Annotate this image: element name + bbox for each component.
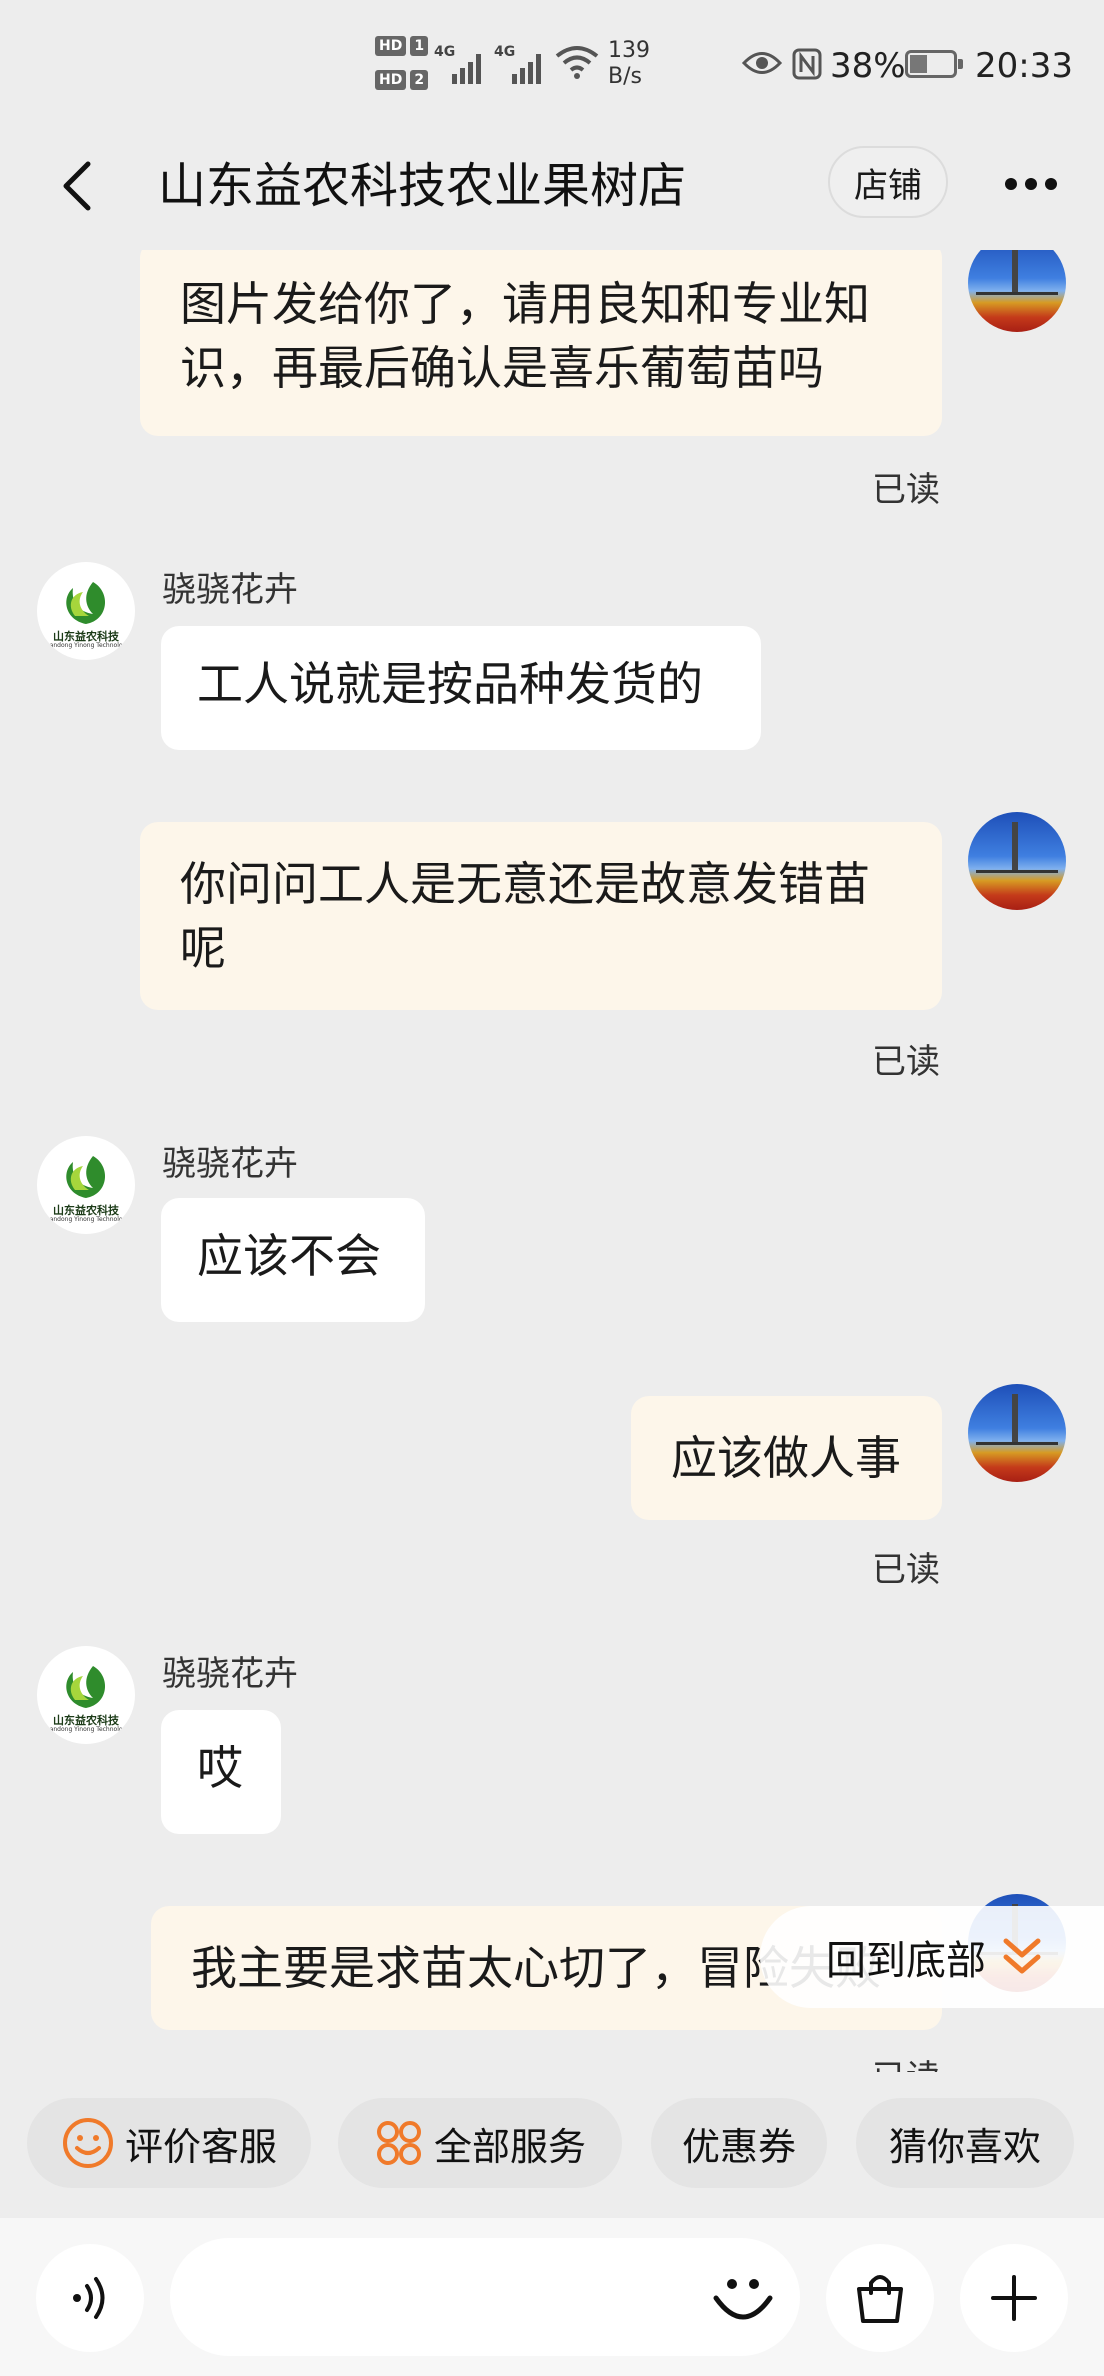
sim-hd-indicators: HD 1 HD 2 (375, 36, 429, 104)
scroll-to-bottom-label: 回到底部 (826, 1938, 986, 1984)
shop-avatar[interactable]: 山东益农科技 Shandong Yinong Technology (37, 1136, 135, 1234)
shop-button[interactable]: 店铺 (828, 146, 948, 218)
wifi-icon (555, 46, 599, 79)
read-status: 已读 (872, 2050, 940, 2072)
status-bar: HD 1 HD 2 4G 4G 139 B/s 38% 20:33 (0, 0, 1104, 130)
shopping-bag-button[interactable] (826, 2244, 934, 2352)
sender-name: 骁骁花卉 (162, 1654, 298, 1694)
read-status: 已读 (872, 1042, 940, 1082)
page-title: 山东益农科技农业果树店 (158, 158, 687, 214)
chip-label: 猜你喜欢 (888, 2124, 1041, 2169)
logo-subtext: Shandong Yinong Technology (42, 642, 130, 649)
chat-area[interactable]: 图片发给你了，请用良知和专业知识，再最后确认是喜乐葡萄苗吗 已读 山东益农科技 … (0, 250, 1104, 2072)
outgoing-message-bubble[interactable]: 你问问工人是无意还是故意发错苗呢 (140, 822, 942, 1010)
network-speed: 139 B/s (608, 38, 650, 90)
leaf-logo-icon (66, 1156, 106, 1198)
my-avatar[interactable] (968, 812, 1066, 910)
nav-bar: 山东益农科技农业果树店 店铺 (0, 130, 1104, 250)
smiley-icon (62, 2118, 113, 2168)
outgoing-message-bubble[interactable]: 应该做人事 (631, 1396, 942, 1520)
signal-icon: 4G (434, 44, 490, 84)
scroll-to-bottom-button[interactable]: 回到底部 (760, 1906, 1104, 2008)
my-avatar[interactable] (968, 250, 1066, 332)
voice-button[interactable] (36, 2244, 144, 2352)
sender-name: 骁骁花卉 (162, 570, 298, 610)
battery-fill (910, 55, 927, 73)
double-chevron-down-icon (1003, 1938, 1041, 1974)
quick-actions-bar: 评价客服 全部服务 优惠券 猜你喜欢 (0, 2098, 1104, 2190)
rate-service-chip[interactable]: 评价客服 (27, 2098, 311, 2188)
read-status: 已读 (872, 1550, 940, 1590)
incoming-message-bubble[interactable]: 工人说就是按品种发货的 (161, 626, 761, 750)
voice-icon (73, 2277, 105, 2319)
speed-value: 139 (608, 38, 650, 63)
logo-subtext: Shandong Yinong Technology (42, 1726, 130, 1733)
incoming-message-bubble[interactable]: 应该不会 (161, 1198, 425, 1322)
sim-number: 1 (410, 36, 429, 56)
hd-badge: HD (375, 70, 407, 90)
sender-name: 骁骁花卉 (162, 1144, 298, 1184)
grid-icon (376, 2121, 421, 2165)
recommendations-chip[interactable]: 猜你喜欢 (856, 2098, 1074, 2188)
message-input[interactable] (170, 2238, 800, 2356)
emoji-icon[interactable] (708, 2262, 778, 2332)
all-services-chip[interactable]: 全部服务 (338, 2098, 622, 2188)
chip-label: 全部服务 (433, 2124, 586, 2169)
back-arrow-icon[interactable] (52, 156, 112, 216)
battery-percent: 38% (830, 46, 906, 86)
logo-subtext: Shandong Yinong Technology (42, 1216, 130, 1223)
input-bar (0, 2218, 1104, 2376)
speed-unit: B/s (608, 64, 642, 89)
add-button[interactable] (960, 2244, 1068, 2352)
coupons-chip[interactable]: 优惠券 (651, 2098, 827, 2188)
my-avatar[interactable] (968, 1384, 1066, 1482)
chip-label: 评价客服 (124, 2124, 277, 2169)
signal-icon: 4G (494, 44, 550, 84)
leaf-logo-icon (66, 1666, 106, 1708)
sim-number: 2 (410, 70, 429, 90)
incoming-message-bubble[interactable]: 哎 (161, 1710, 281, 1834)
chip-label: 优惠券 (681, 2124, 796, 2169)
shop-avatar[interactable]: 山东益农科技 Shandong Yinong Technology (37, 562, 135, 660)
more-icon[interactable] (1005, 164, 1075, 204)
read-status: 已读 (872, 470, 940, 510)
shopping-bag-icon (857, 2275, 903, 2323)
leaf-logo-icon (66, 582, 106, 624)
plus-icon (991, 2275, 1037, 2321)
shop-avatar[interactable]: 山东益农科技 Shandong Yinong Technology (37, 1646, 135, 1744)
nfc-icon (792, 48, 822, 80)
eye-comfort-icon (742, 52, 782, 74)
clock: 20:33 (975, 46, 1073, 86)
outgoing-message-bubble[interactable]: 图片发给你了，请用良知和专业知识，再最后确认是喜乐葡萄苗吗 (140, 250, 942, 436)
battery-icon (905, 50, 963, 78)
hd-badge: HD (375, 36, 407, 56)
